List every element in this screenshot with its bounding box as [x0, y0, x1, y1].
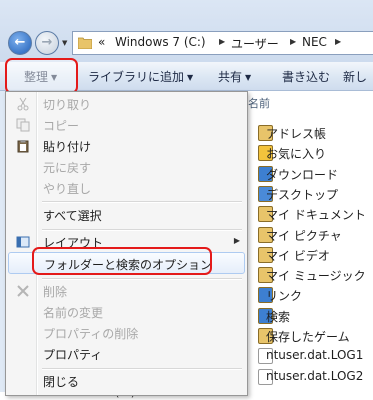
file-name: マイ ピクチャ	[266, 228, 342, 243]
file-list-item[interactable]: ダウンロード	[258, 165, 373, 183]
folder-icon	[78, 37, 92, 49]
menu-item-close[interactable]: 閉じる	[8, 370, 245, 392]
share-button[interactable]: 共有 ▼	[218, 68, 251, 85]
share-label: 共有	[218, 70, 243, 84]
add-to-library-label: ライブラリに追加	[88, 70, 185, 84]
menu-item-label: やり直し	[43, 182, 92, 196]
file-list-item[interactable]: ntuser.dat.LOG2	[258, 368, 373, 386]
file-name: マイ ビデオ	[266, 248, 330, 263]
copy-icon	[16, 118, 30, 132]
menu-item-select-all[interactable]: すべて選択	[8, 204, 245, 226]
breadcrumb-separator-icon[interactable]: ▶	[290, 37, 296, 46]
menu-item-label: 貼り付け	[43, 140, 92, 154]
file-name: マイ ミュージック	[266, 269, 366, 284]
clipboard-icon	[17, 140, 29, 153]
menu-item-label: すべて選択	[43, 209, 102, 223]
file-list-item[interactable]: マイ ミュージック	[258, 266, 373, 284]
folder-options-highlight-annotation	[32, 247, 212, 275]
forward-button[interactable]: →	[35, 31, 59, 55]
menu-item-label: 元に戻す	[43, 161, 92, 175]
file-list-item[interactable]: アドレス帳	[258, 124, 373, 142]
menu-item-label: 閉じる	[43, 375, 80, 389]
menu-item-paste[interactable]: 貼り付け	[8, 135, 245, 157]
menu-item-properties[interactable]: プロパティ	[8, 343, 245, 365]
breadcrumb-overflow[interactable]: «	[98, 35, 105, 49]
file-name: アドレス帳	[266, 127, 327, 141]
recent-pages-dropdown-icon[interactable]: ▼	[62, 39, 67, 47]
menu-item-label: プロパティの削除	[43, 327, 139, 341]
breadcrumb-nec[interactable]: NEC	[302, 35, 327, 49]
back-arrow-icon: ←	[14, 35, 26, 50]
new-folder-button[interactable]: 新し	[343, 68, 367, 85]
menu-item-redo: やり直し	[8, 177, 245, 199]
file-name: リンク	[266, 289, 303, 304]
file-name: マイ ドキュメント	[266, 208, 366, 223]
file-list-item[interactable]: お気に入り	[258, 144, 373, 162]
file-name: ntuser.dat.LOG2	[266, 368, 364, 383]
file-list-item[interactable]: デスクトップ	[258, 185, 373, 203]
breadcrumb-drive[interactable]: Windows 7 (C:)	[115, 35, 206, 49]
file-list-item[interactable]: マイ ドキュメント	[258, 205, 373, 223]
file-name: お気に入り	[266, 147, 327, 162]
file-list-item[interactable]: マイ ビデオ	[258, 246, 373, 264]
address-bar[interactable]: « Windows 7 (C:) ▶ ユーザー ▶ NEC ▶	[72, 31, 373, 55]
menu-item-label: プロパティ	[43, 348, 103, 362]
menu-separator	[42, 201, 242, 203]
file-list-item[interactable]: ntuser.dat.LOG1	[258, 347, 373, 365]
breadcrumb-users[interactable]: ユーザー	[231, 35, 279, 52]
menu-item-undo: 元に戻す	[8, 156, 245, 178]
menu-item-label: コピー	[43, 119, 80, 133]
column-header-name[interactable]: 名前	[248, 95, 270, 111]
chevron-down-icon: ▼	[245, 73, 252, 82]
submenu-arrow-icon: ▶	[233, 236, 240, 245]
file-list-item[interactable]: マイ ピクチャ	[258, 226, 373, 244]
menu-item-rename: 名前の変更	[8, 301, 245, 323]
file-name: デスクトップ	[266, 187, 339, 202]
menu-item-cut: 切り取り	[8, 93, 245, 115]
menu-item-label: 名前の変更	[43, 306, 104, 320]
menu-item-label: 削除	[43, 285, 68, 299]
chevron-down-icon: ▼	[187, 73, 194, 82]
organize-highlight-annotation	[5, 58, 78, 94]
menu-item-delete: 削除	[8, 280, 245, 302]
menu-item-label: 切り取り	[43, 98, 92, 112]
scissors-icon	[17, 97, 29, 111]
file-list-item[interactable]: 検索	[258, 307, 373, 325]
back-button[interactable]: ←	[8, 31, 32, 55]
file-name: 保存したゲーム	[266, 330, 350, 344]
organize-dropdown-menu: 切り取り コピー 貼り付け 元に戻す やり直し すべて選択 レイアウト ▶ フォ…	[5, 91, 248, 396]
menu-item-remove-properties: プロパティの削除	[8, 322, 245, 344]
file-name: ntuser.dat.LOG1	[266, 348, 364, 363]
delete-x-icon	[17, 285, 29, 297]
forward-arrow-icon: →	[41, 35, 53, 50]
file-name: 検索	[266, 309, 291, 324]
layout-icon	[16, 236, 30, 248]
menu-item-copy: コピー	[8, 114, 245, 136]
file-list-item[interactable]: 保存したゲーム	[258, 327, 373, 345]
burn-button[interactable]: 書き込む	[282, 68, 330, 85]
breadcrumb-separator-icon[interactable]: ▶	[219, 37, 225, 46]
breadcrumb-separator-icon[interactable]: ▶	[335, 37, 341, 46]
file-list-item[interactable]: リンク	[258, 286, 373, 304]
file-name: ダウンロード	[266, 167, 339, 182]
add-to-library-button[interactable]: ライブラリに追加 ▼	[88, 68, 193, 85]
